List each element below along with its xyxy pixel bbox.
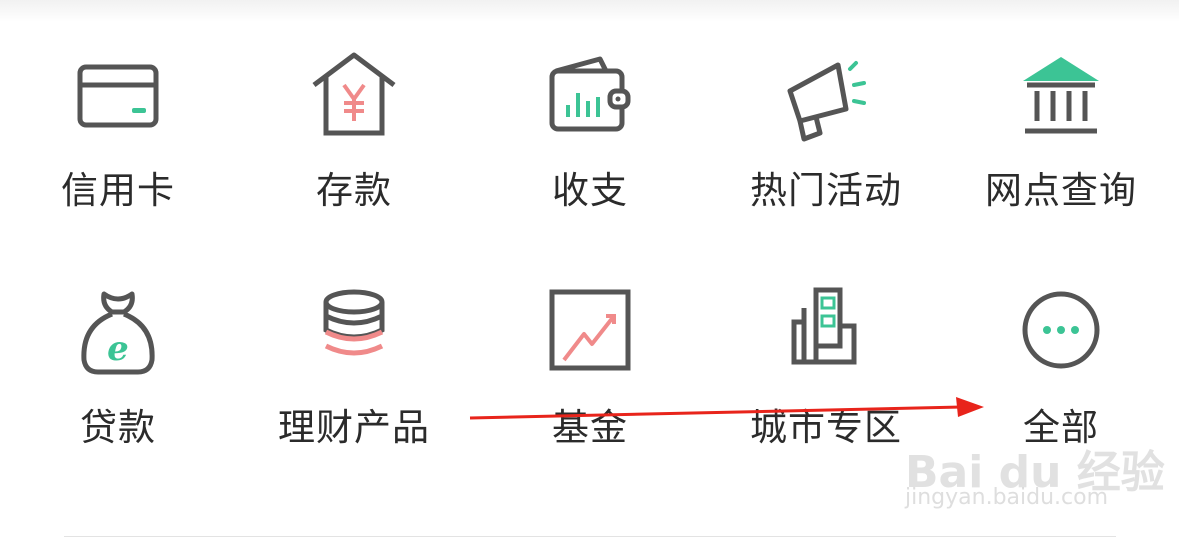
watermark-url: jingyan.baidu.com bbox=[905, 485, 1109, 510]
menu-label: 网点查询 bbox=[985, 169, 1137, 212]
coin-stack-icon bbox=[323, 289, 385, 356]
menu-item-deposit[interactable]: 存款 bbox=[236, 45, 472, 235]
deposit-house-icon bbox=[312, 52, 396, 136]
menu-label: 热门活动 bbox=[750, 169, 902, 212]
credit-card-icon bbox=[77, 64, 159, 128]
menu-item-income-expense[interactable]: 收支 bbox=[472, 45, 708, 235]
city-buildings-icon bbox=[791, 287, 857, 365]
menu-label: 贷款 bbox=[80, 406, 156, 449]
trend-chart-icon bbox=[549, 289, 631, 371]
menu-item-wealth-products[interactable]: 理财产品 bbox=[236, 282, 472, 472]
menu-item-hot-events[interactable]: 热门活动 bbox=[708, 45, 944, 235]
svg-text:e: e bbox=[107, 329, 129, 369]
menu-label: 收支 bbox=[552, 169, 628, 212]
more-icon bbox=[1022, 291, 1100, 369]
bottom-divider bbox=[64, 536, 1116, 537]
menu-label: 存款 bbox=[316, 169, 392, 212]
megaphone-icon bbox=[787, 61, 866, 142]
wallet-chart-icon bbox=[549, 56, 631, 132]
menu-item-credit-card[interactable]: 信用卡 bbox=[0, 45, 236, 235]
menu-label: 城市专区 bbox=[750, 406, 902, 449]
menu-label: 理财产品 bbox=[278, 406, 430, 449]
menu-item-fund[interactable]: 基金 bbox=[472, 282, 708, 472]
menu-label: 基金 bbox=[552, 406, 628, 449]
bank-branch-icon bbox=[1023, 57, 1099, 134]
menu-item-branch-lookup[interactable]: 网点查询 bbox=[943, 45, 1179, 235]
menu-item-loan[interactable]: e 贷款 bbox=[0, 282, 236, 472]
menu-label: 信用卡 bbox=[61, 169, 175, 212]
money-bag-icon: e bbox=[81, 291, 155, 375]
